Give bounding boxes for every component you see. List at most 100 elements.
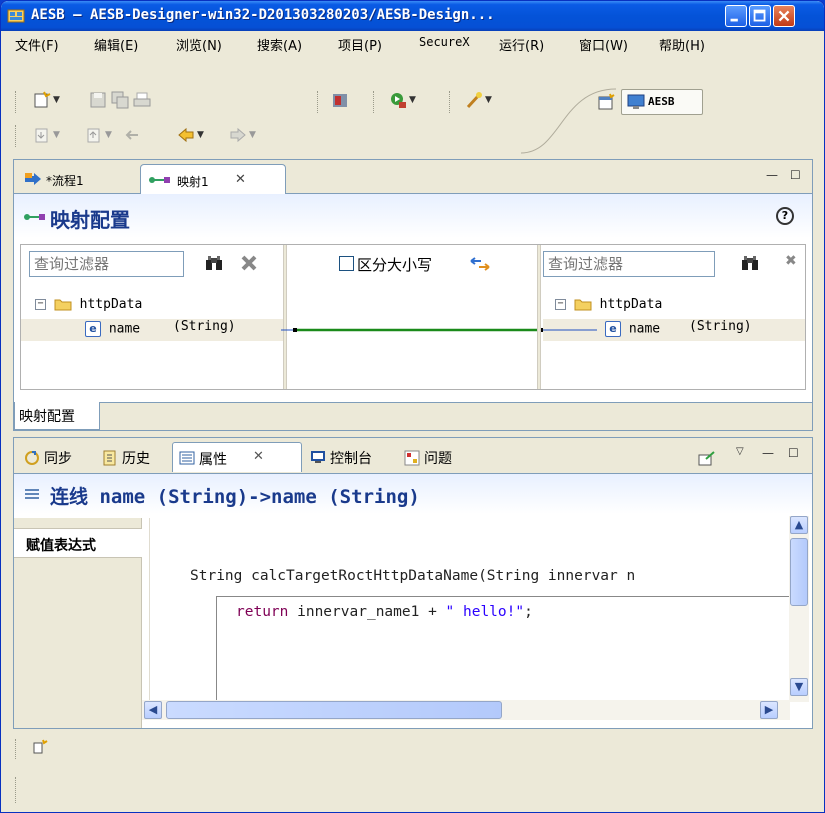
toolbar-grip[interactable] [15, 739, 18, 759]
source-filter-input[interactable] [29, 251, 184, 277]
vertical-scroll-thumb[interactable] [790, 538, 808, 606]
binoculars-icon[interactable] [741, 255, 759, 271]
mapping-area: − httpData e name (String) 区分大小写 [20, 244, 806, 390]
tab-history[interactable]: 历史 [98, 442, 170, 472]
back-arrow-icon[interactable] [177, 126, 195, 144]
tab-label: 映射1 [177, 175, 209, 189]
scroll-left-button[interactable]: ◀ [144, 701, 162, 719]
save-all-icon[interactable] [111, 91, 129, 109]
maximize-view-icon[interactable]: ☐ [788, 446, 799, 460]
fast-view-icon[interactable] [31, 739, 49, 757]
source-pane: − httpData e name (String) [21, 245, 283, 389]
forward-arrow-icon[interactable] [229, 126, 247, 144]
tab-synchronize[interactable]: 同步 [20, 442, 92, 472]
collapse-icon[interactable]: − [555, 299, 566, 310]
chevron-down-icon[interactable]: ▼ [53, 95, 60, 105]
target-tree-root[interactable]: − httpData [555, 297, 662, 312]
properties-part: 同步 历史 属性 ✕ 控制台 问题 ▽ — ☐ 连线 name (String)… [13, 437, 813, 729]
tab-mapping-config[interactable]: 映射配置 [14, 402, 100, 430]
toolbar-grip[interactable] [317, 91, 320, 113]
pane-divider[interactable] [537, 245, 541, 389]
previous-annotation-icon[interactable] [85, 126, 103, 144]
close-icon [778, 10, 790, 22]
tab-label: 历史 [122, 451, 150, 467]
target-field-type: (String) [689, 319, 752, 334]
view-menu-icon[interactable]: ▽ [736, 446, 744, 457]
menu-help[interactable]: 帮助(H) [659, 34, 705, 55]
menu-securex[interactable]: SecureX [419, 34, 470, 50]
wand-icon[interactable] [465, 91, 483, 109]
toolbar-grip[interactable] [373, 91, 376, 113]
help-icon[interactable]: ? [776, 207, 794, 225]
minimize-view-icon[interactable]: — [766, 168, 778, 182]
menu-file[interactable]: 文件(F) [15, 34, 59, 55]
tab-properties[interactable]: 属性 ✕ [172, 442, 302, 472]
target-tree-field[interactable]: e name [605, 321, 660, 337]
tab-mapping1[interactable]: 映射1 ✕ [140, 164, 286, 194]
tab-problems[interactable]: 问题 [400, 442, 476, 472]
status-grip[interactable] [15, 777, 18, 803]
case-sensitive-checkbox[interactable] [339, 256, 354, 271]
menu-search[interactable]: 搜索(A) [257, 34, 302, 55]
scroll-down-button[interactable]: ▼ [790, 678, 808, 696]
minimize-button[interactable] [725, 5, 747, 27]
code-string: " hello!" [445, 604, 525, 620]
next-annotation-icon[interactable] [33, 126, 51, 144]
toolbar-area: ▼ ▼ ▼ AESB ▼ ▼ ▼ ▼ [1, 55, 824, 155]
maximize-view-icon[interactable]: ☐ [790, 168, 801, 182]
pin-view-icon[interactable] [698, 450, 716, 466]
close-tab-icon[interactable]: ✕ [253, 449, 264, 464]
tab-console[interactable]: 控制台 [306, 442, 398, 472]
source-tree-root[interactable]: − httpData [35, 297, 142, 312]
close-button[interactable] [773, 5, 795, 27]
toolbar-grip[interactable] [449, 91, 452, 113]
menu-run[interactable]: 运行(R) [499, 34, 544, 55]
menu-navigate[interactable]: 浏览(N) [176, 34, 222, 55]
tab-flow1[interactable]: *流程1 [18, 164, 130, 194]
code-editor[interactable]: String calcTargetRoctHttpDataName(String… [149, 518, 789, 700]
chevron-down-icon[interactable]: ▼ [249, 130, 256, 140]
code-signature: String calcTargetRoctHttpDataName(String… [190, 568, 636, 584]
maximize-button[interactable] [749, 5, 771, 27]
run-icon[interactable] [389, 91, 407, 109]
menu-window[interactable]: 窗口(W) [579, 34, 628, 55]
new-wizard-icon[interactable] [33, 91, 51, 109]
source-row-selected[interactable] [21, 319, 283, 341]
toolbar-grip[interactable] [15, 125, 18, 147]
last-edit-location-icon[interactable] [123, 126, 141, 144]
minimize-view-icon[interactable]: — [762, 446, 774, 460]
server-icon[interactable] [331, 91, 349, 109]
print-icon[interactable] [133, 91, 151, 109]
chevron-down-icon[interactable]: ▼ [409, 95, 416, 105]
source-tree-field[interactable]: e name [85, 321, 140, 337]
title-bar[interactable]: AESB — AESB-Designer-win32-D201303280203… [1, 1, 824, 31]
clear-filter-icon[interactable]: ✖ [785, 253, 797, 269]
side-tab-assignment-expression[interactable]: 赋值表达式 [14, 528, 142, 558]
scroll-up-button[interactable]: ▲ [790, 516, 808, 534]
chevron-down-icon[interactable]: ▼ [197, 130, 204, 140]
pane-divider[interactable] [283, 245, 287, 389]
mapping-connection-line[interactable] [281, 325, 545, 335]
console-icon [311, 451, 325, 463]
save-icon[interactable] [89, 91, 107, 109]
scroll-right-button[interactable]: ▶ [760, 701, 778, 719]
open-perspective-icon[interactable] [597, 93, 615, 111]
sync-arrows-icon[interactable] [469, 257, 491, 271]
mapping-icon [149, 177, 170, 183]
chevron-down-icon[interactable]: ▼ [485, 95, 492, 105]
horizontal-scroll-thumb[interactable] [166, 701, 502, 719]
code-body-line[interactable]: return innervar_name1 + " hello!"; [236, 604, 533, 620]
close-tab-icon[interactable]: ✕ [235, 172, 246, 187]
menu-edit[interactable]: 编辑(E) [94, 34, 138, 55]
perspective-aesb[interactable]: AESB [621, 89, 703, 115]
chevron-down-icon[interactable]: ▼ [105, 130, 112, 140]
chevron-down-icon[interactable]: ▼ [53, 130, 60, 140]
menu-project[interactable]: 项目(P) [338, 34, 382, 55]
target-filter-input[interactable] [543, 251, 715, 277]
toolbar-grip[interactable] [15, 91, 18, 113]
vertical-scrollbar[interactable]: ▲ ▼ [789, 516, 809, 702]
clear-filter-icon[interactable] [241, 255, 257, 271]
horizontal-scrollbar[interactable]: ◀ ▶ [142, 700, 790, 720]
binoculars-icon[interactable] [205, 255, 223, 271]
collapse-icon[interactable]: − [35, 299, 46, 310]
